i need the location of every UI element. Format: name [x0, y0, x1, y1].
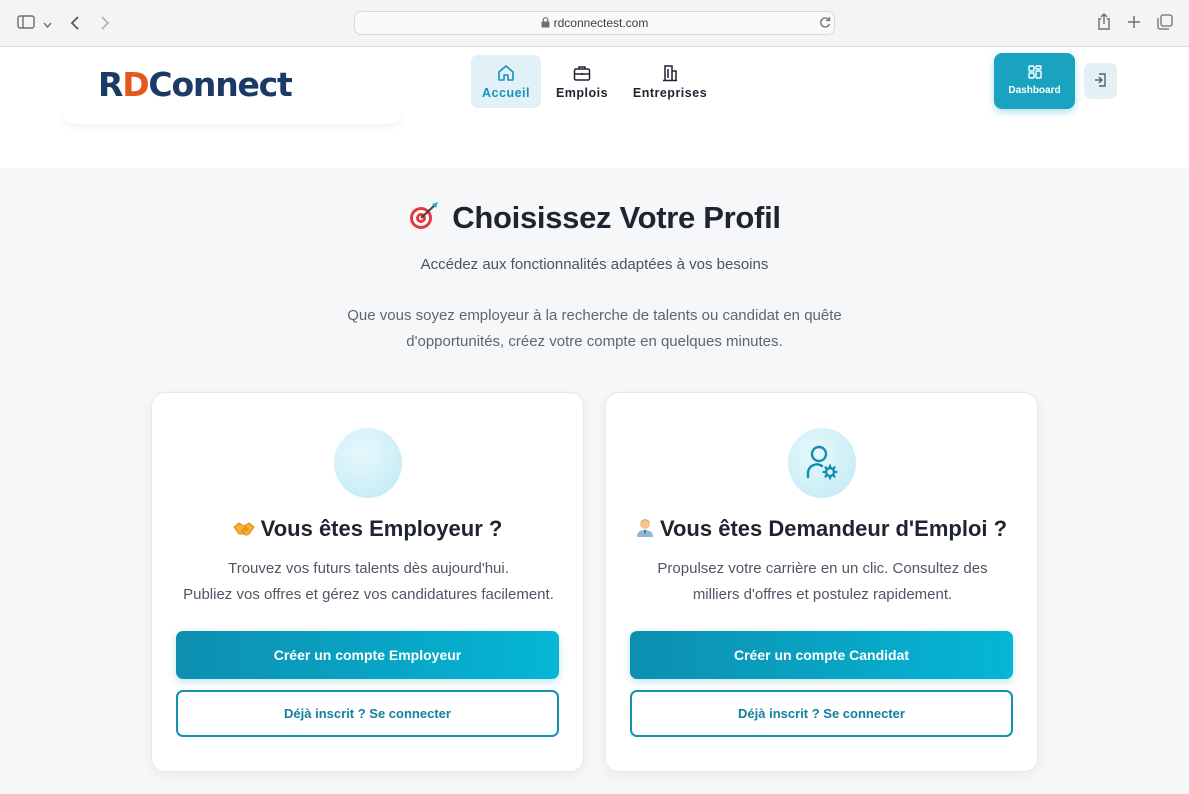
address-bar[interactable]: rdconnectest.com: [354, 11, 835, 35]
section-description: Que vous soyez employeur à la recherche …: [330, 303, 859, 355]
rdconnect-logo[interactable]: RDConnect: [98, 65, 293, 104]
logout-button[interactable]: [1084, 63, 1117, 99]
logo-letter-d: D: [122, 65, 149, 104]
employer-login-button[interactable]: Déjà inscrit ? Se connecter: [176, 690, 559, 737]
logo-text: Connect: [148, 65, 292, 104]
nav-entreprises-label: Entreprises: [632, 86, 708, 100]
reload-icon[interactable]: [819, 16, 831, 33]
employer-card-text-line: Publiez vos offres et gérez vos candidat…: [183, 586, 554, 603]
direct-hit-target-icon: [408, 201, 440, 239]
site-header: RDConnect Accueil Emplois Entreprises Da…: [0, 47, 1189, 117]
nav-emplois-label: Emplois: [555, 86, 609, 100]
home-icon: [498, 65, 514, 81]
new-tab-icon[interactable]: [1127, 15, 1141, 33]
browser-toolbar: rdconnectest.com: [0, 0, 1189, 47]
handshake-icon: [232, 517, 255, 543]
sidebar-toggle-icon[interactable]: [17, 15, 35, 33]
partial-card-edge: [62, 112, 402, 124]
nav-accueil-label: Accueil: [482, 86, 530, 100]
nav-emplois[interactable]: Emplois: [549, 55, 615, 108]
dashboard-button[interactable]: Dashboard: [994, 53, 1075, 109]
candidate-card-title: Vous êtes Demandeur d'Emploi ?: [606, 516, 1037, 543]
forward-arrow-icon[interactable]: [100, 15, 110, 35]
employer-icon-circle: [333, 428, 402, 498]
section-title: Choisissez Votre Profil: [0, 200, 1189, 239]
employer-card-text-line: Trouvez vos futurs talents dès aujourd'h…: [228, 560, 509, 577]
briefcase-icon: [573, 66, 591, 81]
candidate-card-text-line: milliers d'offres et postulez rapidement…: [692, 586, 953, 603]
tab-overview-icon[interactable]: [1157, 14, 1173, 34]
employer-card-title-text: Vous êtes Employeur ?: [260, 516, 503, 541]
nav-entreprises[interactable]: Entreprises: [628, 55, 712, 108]
create-employer-account-button[interactable]: Créer un compte Employeur: [176, 631, 559, 679]
url-display: rdconnectest.com: [355, 12, 834, 34]
share-icon[interactable]: [1097, 13, 1111, 35]
dashboard-label: Dashboard: [1008, 85, 1061, 96]
header-spacer: [0, 117, 1189, 168]
back-arrow-icon[interactable]: [70, 15, 80, 35]
employer-card-text: Trouvez vos futurs talents dès aujourd'h…: [172, 556, 565, 608]
lock-icon: [541, 13, 550, 35]
candidate-card-text-line: Propulsez votre carrière en un clic. Con…: [657, 560, 988, 577]
logo-letter-r: R: [98, 65, 123, 104]
nav-accueil[interactable]: Accueil: [471, 55, 541, 108]
user-cog-icon: [806, 445, 838, 480]
employer-card-title: Vous êtes Employeur ?: [152, 516, 583, 543]
office-worker-icon: [636, 517, 654, 543]
logout-icon: [1095, 73, 1106, 87]
building-icon: [663, 65, 677, 82]
candidate-card-text: Propulsez votre carrière en un clic. Con…: [626, 556, 1019, 608]
employer-card: Vous êtes Employeur ? Trouvez vos futurs…: [151, 392, 584, 772]
section-title-text: Choisissez Votre Profil: [452, 200, 781, 235]
candidate-card-title-text: Vous êtes Demandeur d'Emploi ?: [659, 516, 1008, 541]
dashboard-grid-icon: [1027, 65, 1042, 79]
url-text: rdconnectest.com: [553, 16, 649, 30]
section-description-line: d'opportunités, créez votre compte en qu…: [406, 333, 783, 350]
section-subtitle: Accédez aux fonctionnalités adaptées à v…: [420, 256, 769, 273]
candidate-login-button[interactable]: Déjà inscrit ? Se connecter: [630, 690, 1013, 737]
candidate-icon-circle: [787, 428, 856, 498]
create-candidate-account-button[interactable]: Créer un compte Candidat: [630, 631, 1013, 679]
section-description-line: Que vous soyez employeur à la recherche …: [347, 307, 842, 324]
candidate-card: Vous êtes Demandeur d'Emploi ? Propulsez…: [605, 392, 1038, 772]
chevron-down-icon[interactable]: [43, 17, 52, 33]
